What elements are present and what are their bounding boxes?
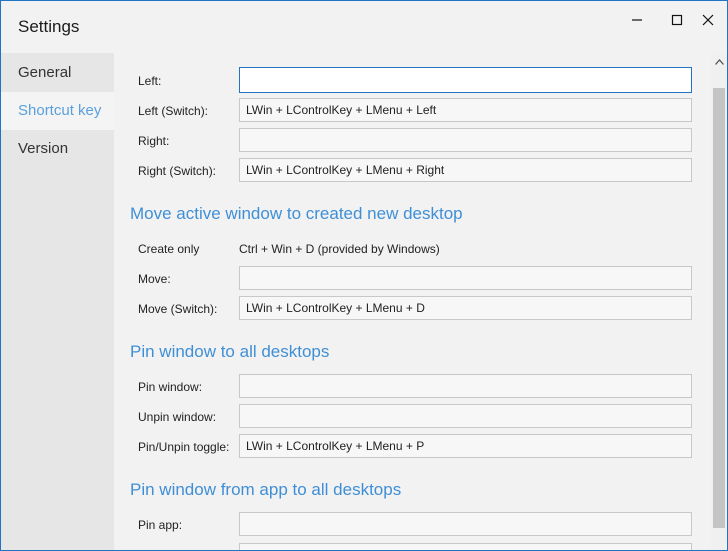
shortcut-field-left-switch[interactable]: LWin + LControlKey + LMenu + Left <box>239 98 692 122</box>
field-label-unpin-window: Unpin window: <box>138 410 217 424</box>
field-label-pin-window: Pin window: <box>138 380 203 394</box>
chevron-up-icon <box>715 58 724 65</box>
maximize-button[interactable] <box>663 9 691 31</box>
field-label-left-switch: Left (Switch): <box>138 104 209 118</box>
close-icon <box>702 14 714 26</box>
vertical-scrollbar[interactable] <box>711 53 727 550</box>
shortcut-field-pin-app[interactable] <box>239 512 692 536</box>
shortcut-field-move-switch[interactable]: LWin + LControlKey + LMenu + D <box>239 296 692 320</box>
field-label-left: Left: <box>138 74 162 88</box>
shortcut-field-unpin-window[interactable] <box>239 404 692 428</box>
shortcut-field-pin-unpin-toggle[interactable]: LWin + LControlKey + LMenu + P <box>239 434 692 458</box>
scrollbar-thumb[interactable] <box>713 88 725 528</box>
sidebar-item-label: Shortcut key <box>18 102 102 119</box>
title-bar: Settings <box>1 1 727 53</box>
field-label-move-switch: Move (Switch): <box>138 302 218 316</box>
field-label-pin-app: Pin app: <box>138 518 183 532</box>
shortcut-field-right[interactable] <box>239 128 692 152</box>
create-only-shortcut-value: Ctrl + Win + D (provided by Windows) <box>239 242 440 256</box>
settings-window: Settings General Shortcut key Version — … <box>0 0 728 551</box>
sidebar: General Shortcut key Version <box>1 53 114 550</box>
sidebar-item-general[interactable]: General <box>1 54 114 92</box>
field-label-right: Right: <box>138 134 170 148</box>
close-button[interactable] <box>694 9 722 31</box>
sidebar-item-version[interactable]: Version <box>1 130 114 168</box>
shortcut-field-pin-window[interactable] <box>239 374 692 398</box>
maximize-icon <box>671 14 683 26</box>
shortcut-field-right-switch[interactable]: LWin + LControlKey + LMenu + Right <box>239 158 692 182</box>
field-label-create-only: Create only <box>138 242 200 256</box>
section-heading-move-new-desktop: Move active window to created new deskto… <box>130 204 463 223</box>
minimize-icon <box>632 19 642 21</box>
scroll-up-button[interactable] <box>711 53 727 70</box>
sidebar-item-shortcut-key[interactable]: Shortcut key <box>1 92 114 130</box>
shortcut-field-partial[interactable] <box>239 543 692 550</box>
field-label-right-switch: Right (Switch): <box>138 164 217 178</box>
shortcut-field-left[interactable] <box>239 67 692 93</box>
minimize-button[interactable] <box>623 9 651 31</box>
settings-content: — — — — — — Left: Left (Switch): LWin + … <box>114 53 711 550</box>
sidebar-item-label: General <box>18 64 72 81</box>
field-label-pin-unpin-toggle: Pin/Unpin toggle: <box>138 440 230 454</box>
section-heading-pin-window: Pin window to all desktops <box>130 342 330 361</box>
field-label-move: Move: <box>138 272 171 286</box>
sidebar-item-label: Version <box>18 140 69 157</box>
section-heading-scrolled: — — — — — — <box>134 53 252 60</box>
window-title: Settings <box>18 17 80 36</box>
shortcut-field-move[interactable] <box>239 266 692 290</box>
section-heading-pin-app: Pin window from app to all desktops <box>130 480 402 499</box>
